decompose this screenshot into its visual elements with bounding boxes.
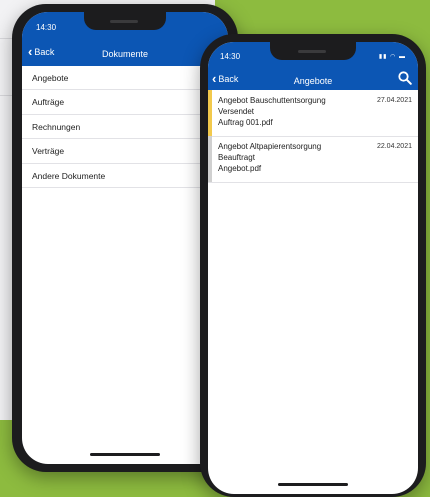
status-accent-bar bbox=[208, 90, 212, 136]
right-phone-screen: 14:30 ▮▮ ◠ ▬ ‹ Back Angebote Angebot Bau… bbox=[208, 42, 418, 494]
document-date: 22.04.2021 bbox=[376, 143, 412, 150]
document-row[interactable]: Angebot Altpapierentsorgung Beauftragt Ang… bbox=[208, 136, 418, 183]
navigation-bar: 14:30 ▮▮ ◠ ▬ ‹ Back Angebote bbox=[208, 42, 418, 90]
document-date: 27.04.2021 bbox=[376, 97, 412, 104]
document-title: Angebot Altpapierentsorgung bbox=[218, 142, 322, 151]
page-title: Dokumente bbox=[101, 49, 149, 59]
search-icon[interactable] bbox=[398, 71, 412, 85]
home-indicator bbox=[90, 453, 160, 456]
page-title: Angebote bbox=[293, 76, 333, 86]
status-time: 14:30 bbox=[220, 52, 241, 61]
document-status: Versendet bbox=[218, 107, 255, 116]
document-filename: Angebot.pdf bbox=[218, 164, 262, 173]
navigation-bar: 14:30 ‹ Back Dokumente bbox=[22, 12, 228, 66]
menu-item[interactable]: Andere Dokumente bbox=[22, 164, 228, 189]
notch bbox=[270, 42, 356, 60]
status-icons: ▮▮ ◠ ▬ bbox=[378, 54, 406, 60]
home-indicator bbox=[278, 483, 348, 486]
document-row[interactable]: Angebot Bauschuttentsorgung Versendet Auft… bbox=[208, 90, 418, 137]
menu-item[interactable]: Aufträge bbox=[22, 91, 228, 115]
document-title: Angebot Bauschuttentsorgung bbox=[218, 96, 326, 105]
left-phone-screen: 14:30 ‹ Back Dokumente Angebote Aufträge R… bbox=[22, 12, 228, 464]
document-status: Beauftragt bbox=[218, 153, 255, 162]
menu-item[interactable]: Rechnungen bbox=[22, 115, 228, 140]
document-filename: Auftrag 001.pdf bbox=[218, 118, 273, 127]
notch bbox=[84, 12, 166, 30]
menu-item[interactable]: Angebote bbox=[22, 66, 228, 90]
menu-item[interactable]: Verträge bbox=[22, 140, 228, 164]
right-phone: 14:30 ▮▮ ◠ ▬ ‹ Back Angebote Angebot Bau… bbox=[200, 34, 426, 497]
status-time: 14:30 bbox=[36, 23, 57, 32]
status-accent-bar bbox=[208, 136, 212, 182]
